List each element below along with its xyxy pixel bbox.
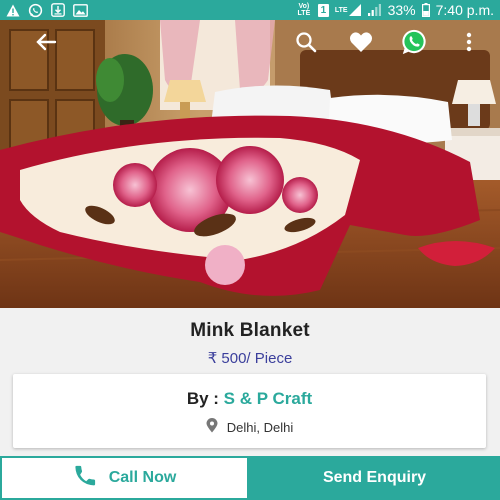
location-pin-icon — [206, 418, 218, 436]
clock: 7:40 p.m. — [435, 2, 494, 18]
download-notification-icon — [51, 3, 65, 17]
send-enquiry-button[interactable]: Send Enquiry — [249, 456, 500, 500]
top-toolbar — [0, 20, 500, 64]
warning-icon — [6, 4, 20, 17]
whatsapp-notification-icon — [28, 3, 43, 18]
lte-label: LTE — [334, 6, 348, 14]
search-icon[interactable] — [292, 28, 320, 56]
sim-indicator: 1 — [317, 3, 329, 17]
whatsapp-icon[interactable] — [400, 28, 428, 56]
back-arrow-icon[interactable] — [32, 28, 60, 56]
seller-location: Delhi, Delhi — [13, 418, 486, 436]
seller-by-label: By : — [186, 389, 219, 408]
send-enquiry-label: Send Enquiry — [322, 469, 427, 486]
volte-indicator: Vo) LTE — [297, 3, 311, 17]
system-indicators: Vo) LTE 1 LTE 33% 7:40 p.m. — [296, 2, 494, 18]
battery-icon — [421, 3, 430, 17]
wishlist-heart-icon[interactable] — [347, 28, 375, 56]
seller-card: By : S & P Craft Delhi, Delhi — [13, 374, 486, 448]
product-info: Mink Blanket ₹ 500/ Piece — [0, 308, 500, 370]
product-price: ₹ 500/ Piece — [207, 350, 293, 367]
more-vert-icon[interactable] — [455, 28, 483, 56]
seller-line: By : S & P Craft — [13, 389, 486, 409]
signal-icon: LTE — [335, 4, 362, 16]
seller-name-link[interactable]: S & P Craft — [224, 389, 313, 408]
product-detail-screen: Vo) LTE 1 LTE 33% 7:40 p.m. Mink Blanket… — [0, 0, 500, 500]
call-now-label: Call Now — [108, 469, 177, 486]
phone-icon — [73, 463, 99, 494]
bottom-action-bar: Call Now Send Enquiry — [0, 456, 500, 500]
battery-percent: 33% — [387, 2, 416, 18]
notification-icons — [6, 3, 88, 18]
call-now-button[interactable]: Call Now — [0, 456, 249, 500]
signal-icon — [367, 4, 382, 16]
product-title: Mink Blanket — [190, 320, 310, 341]
image-notification-icon — [73, 3, 88, 17]
status-bar: Vo) LTE 1 LTE 33% 7:40 p.m. — [0, 0, 500, 20]
location-text: Delhi, Delhi — [226, 419, 294, 435]
